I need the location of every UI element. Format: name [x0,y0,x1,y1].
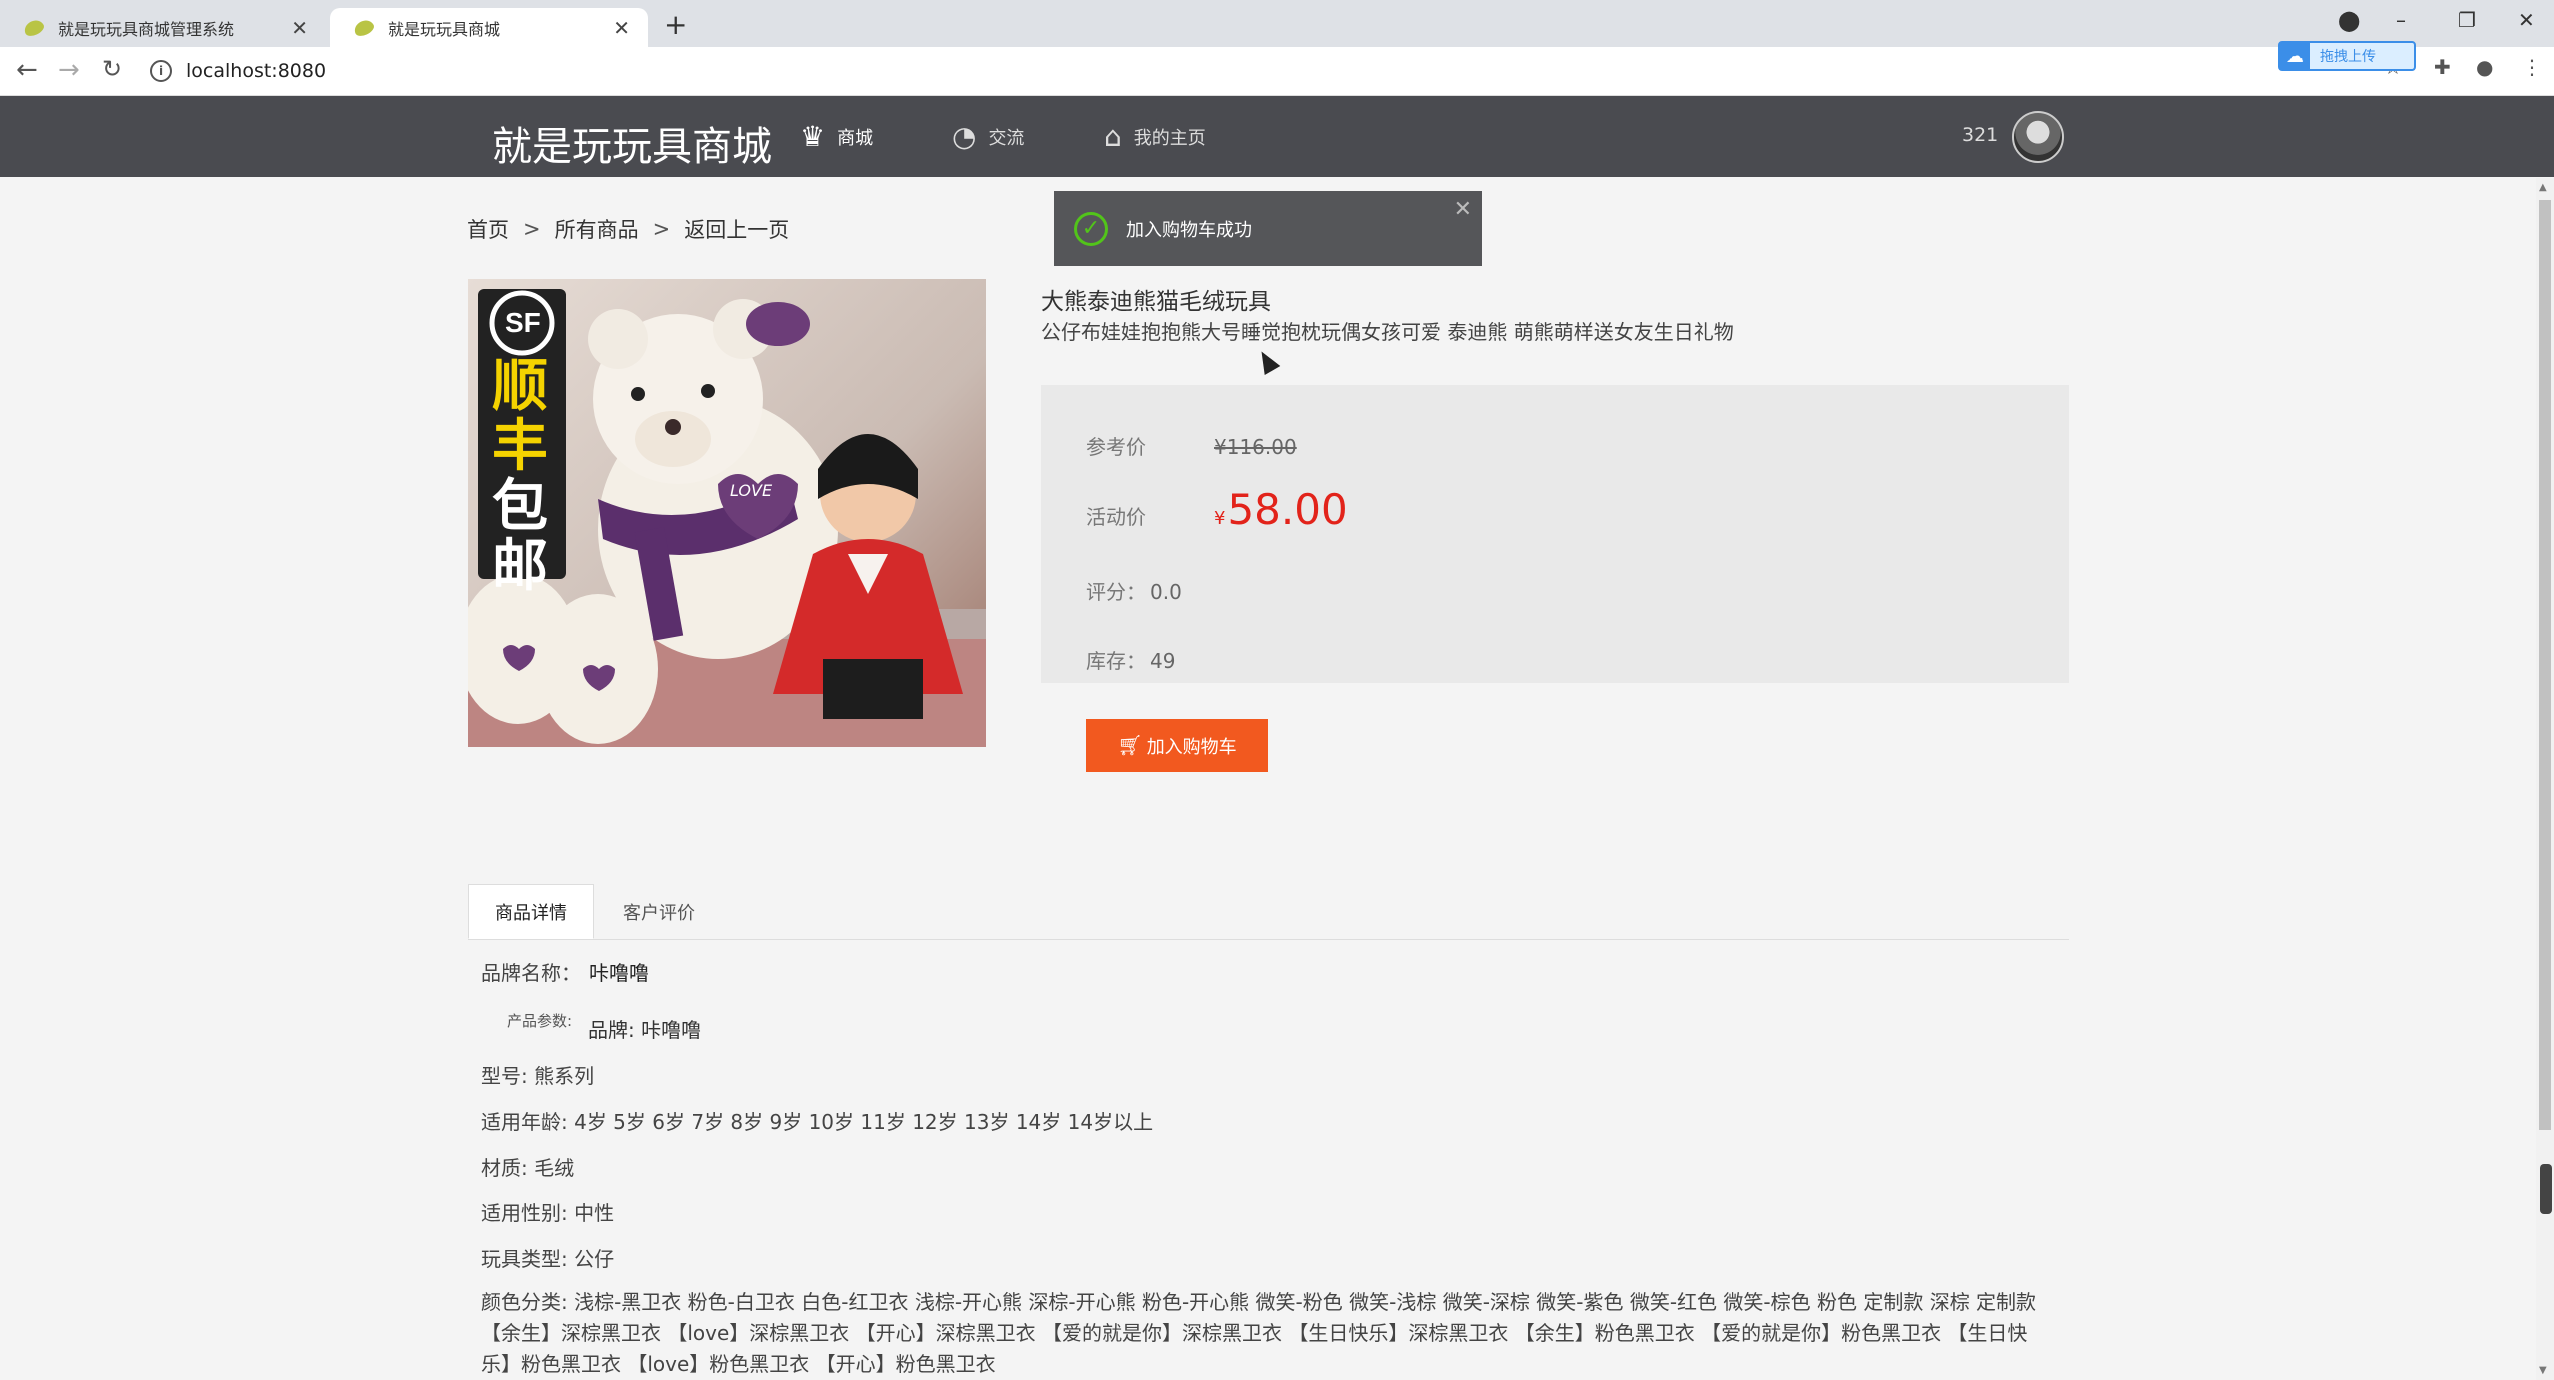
browser-tabstrip: 就是玩玩具商城管理系统 ✕ 就是玩玩具商城 ✕ + ⬤ – ❐ ✕ [0,0,2554,47]
browser-tab-admin[interactable]: 就是玩玩具商城管理系统 ✕ [0,8,326,47]
address-bar: ← → ↻ i localhost:8080 ☆ ✚ ● ⋮ [0,47,2554,96]
reference-price-label: 参考价 [1086,435,1146,459]
product-name: 大熊泰迪熊猫毛绒玩具 [1041,289,1271,315]
product-description: 公仔布娃娃抱抱熊大号睡觉抱枕玩偶女孩可爱 泰迪熊 萌熊萌样送女友生日礼物 [1041,320,1734,344]
sale-price-label: 活动价 [1086,505,1146,529]
rating-row: 评分： 0.0 [1086,576,1182,605]
info-icon[interactable]: i [150,60,172,82]
url-text: localhost:8080 [186,60,327,82]
nav-item-profile[interactable]: ⌂ 我的主页 [1104,120,1206,153]
minimize-icon[interactable]: – [2396,8,2406,32]
breadcrumb-back[interactable]: 返回上一页 [684,214,789,244]
color-options: 颜色分类: 浅棕-黑卫衣 粉色-白卫衣 白色-红卫衣 浅棕-开心熊 深棕-开心熊… [481,1290,2037,1376]
banner-char: 丰 [492,414,548,479]
stock-label: 库存： [1086,649,1146,673]
home-icon: ⌂ [1104,120,1122,153]
reload-icon[interactable]: ↻ [102,55,122,83]
url-field[interactable]: i localhost:8080 [150,53,326,89]
scrollbar-thumb[interactable] [2539,200,2551,1130]
add-to-cart-label: 加入购物车 [1146,736,1237,757]
tab-customer-reviews[interactable]: 客户评价 [594,884,724,939]
gender-row: 适用性别: 中性 [481,1201,615,1225]
toy-type-row: 玩具类型: 公仔 [481,1247,615,1271]
chevron-right-icon: > [652,217,671,241]
site-header: 就是玩玩具商城 ♛ 商城 ◔ 交流 ⌂ 我的主页 321 [0,96,2554,177]
reference-price: ¥116.00 [1214,435,1297,459]
check-circle-icon: ✓ [1074,211,1108,246]
banner-char: 邮 [492,534,548,599]
avatar[interactable] [2012,111,2064,163]
sf-logo: SF [505,307,541,338]
upload-label: 拖拽上传 [2320,49,2376,65]
toast-notification: ✓ 加入购物车成功 ✕ [1054,191,1482,266]
rating-value: 0.0 [1150,580,1182,604]
sale-price: 58.00 [1227,485,1348,534]
breadcrumb-all-products[interactable]: 所有商品 [555,214,639,244]
reference-price-row: 参考价 ¥116.00 [1086,431,1297,460]
stock-value: 49 [1150,649,1176,673]
price-box: 参考价 ¥116.00 活动价 ¥ 58.00 评分： 0.0 库存： 49 [1041,385,2069,683]
param-brand: 品牌: 咔噜噜 [588,1018,702,1042]
crown-icon: ♛ [800,120,826,153]
close-window-icon[interactable]: ✕ [2518,8,2535,32]
cart-icon: 🛒︎ [1117,735,1143,757]
scroll-up-icon[interactable]: ▲ [2539,182,2547,193]
browser-tab-mall[interactable]: 就是玩玩具商城 ✕ [330,8,648,47]
forward-icon[interactable]: → [58,55,80,85]
close-tab-icon[interactable]: ✕ [613,16,630,40]
restore-icon[interactable]: ❐ [2458,8,2476,32]
param-label: 产品参数: [507,1012,573,1030]
browser-menu-icon[interactable]: ⋮ [2522,55,2542,79]
shipping-banner: 顺 丰 包 邮 [490,357,550,597]
mouse-cursor-icon [1253,346,1281,376]
nav-item-mall[interactable]: ♛ 商城 [800,120,873,153]
heart-text: LOVE [730,481,773,500]
account-icon[interactable]: ● [2476,55,2493,79]
age-row: 适用年龄: 4岁 5岁 6岁 7岁 8岁 9岁 10岁 11岁 12岁 13岁 … [481,1110,1154,1134]
nav-label: 商城 [837,127,874,149]
cloud-icon: ☁ [2280,43,2310,69]
stock-row: 库存： 49 [1086,645,1175,674]
banner-char: 包 [492,474,548,539]
brand-row: 品牌名称： 咔噜噜 [481,957,649,986]
brand-value: 咔噜噜 [589,961,649,985]
chevron-right-icon: > [523,217,541,241]
profile-menu-icon[interactable]: ⬤ [2338,8,2360,32]
nav-item-forum[interactable]: ◔ 交流 [952,120,1024,153]
leaf-favicon-icon [21,16,47,39]
sale-price-row: 活动价 ¥ 58.00 [1086,485,1348,534]
extensions-icon[interactable]: ✚ [2434,55,2451,79]
nav-label: 我的主页 [1133,127,1206,149]
browser-tab-title: 就是玩玩具商城 [388,19,501,39]
detail-tabs: 商品详情 客户评价 [468,884,2069,940]
material-row: 材质: 毛绒 [481,1156,575,1180]
nav-label: 交流 [988,127,1025,149]
brand-label: 品牌名称： [481,961,581,985]
rating-label: 评分： [1086,580,1146,604]
chat-icon: ◔ [952,120,977,153]
breadcrumb: 首页 > 所有商品 > 返回上一页 [467,214,789,244]
username[interactable]: 321 [1962,124,1998,146]
model-row: 型号: 熊系列 [481,1064,595,1088]
upload-widget[interactable]: ☁ 拖拽上传 [2278,41,2416,71]
add-to-cart-button[interactable]: 🛒︎ 加入购物车 [1086,719,1268,772]
leaf-favicon-icon [351,16,377,39]
back-icon[interactable]: ← [16,55,38,85]
browser-tab-title: 就是玩玩具商城管理系统 [58,19,235,39]
breadcrumb-home[interactable]: 首页 [467,214,509,244]
close-icon[interactable]: ✕ [1454,197,1472,222]
tab-product-details[interactable]: 商品详情 [468,884,594,939]
side-panel-handle[interactable] [2540,1164,2552,1214]
site-logo[interactable]: 就是玩玩具商城 [492,114,772,172]
scroll-down-icon[interactable]: ▼ [2539,1365,2547,1376]
new-tab-button[interactable]: + [664,8,687,41]
close-tab-icon[interactable]: ✕ [291,16,308,40]
product-image: SF 顺 丰 包 邮 LOVE [468,279,986,747]
toast-message: 加入购物车成功 [1126,219,1252,241]
currency-symbol: ¥ [1214,508,1226,529]
banner-char: 顺 [492,354,548,419]
